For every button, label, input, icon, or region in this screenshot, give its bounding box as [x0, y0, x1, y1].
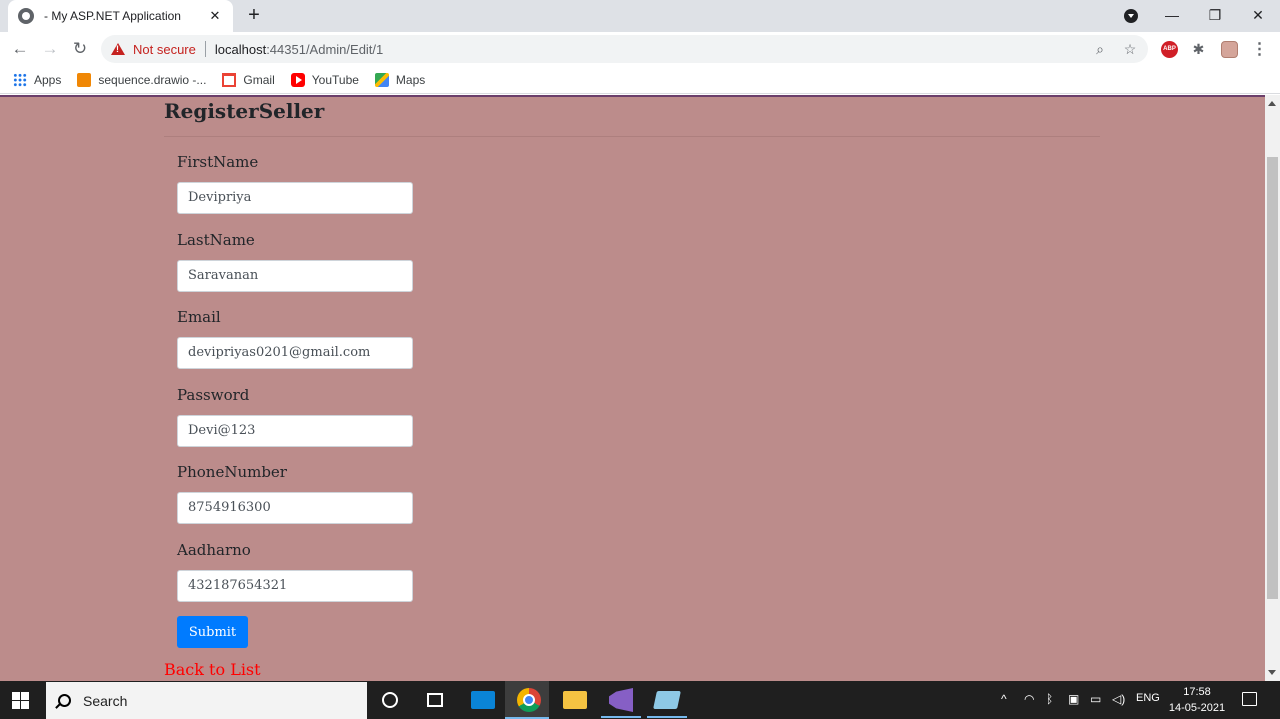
close-window-button[interactable]: ✕	[1247, 4, 1269, 26]
lastname-input[interactable]: Saravanan	[177, 260, 413, 292]
reload-icon[interactable]: ↻	[68, 37, 92, 61]
browser-tab[interactable]: - My ASP.NET Application ✕	[8, 0, 233, 32]
restore-button[interactable]: ❐	[1204, 4, 1226, 26]
bookmark-label: Gmail	[243, 72, 275, 87]
divider	[164, 136, 1100, 137]
bookmarks-bar: Apps sequence.drawio -... Gmail YouTube …	[0, 66, 1280, 94]
bookmark-youtube[interactable]: YouTube	[290, 72, 359, 87]
scroll-up-icon[interactable]	[1268, 101, 1276, 106]
browser-toolbar: ← → ↻ Not secure localhost:44351/Admin/E…	[0, 32, 1280, 66]
volume-icon[interactable]: ◁)	[1112, 692, 1125, 706]
running-indicator	[647, 716, 687, 718]
back-arrow-icon[interactable]: ←	[8, 37, 32, 61]
password-label: Password	[177, 386, 250, 404]
clock-date: 14-05-2021	[1168, 702, 1226, 714]
bookmark-label: Apps	[34, 72, 62, 87]
firstname-label: FirstName	[177, 153, 259, 171]
search-icon	[58, 694, 71, 707]
clock[interactable]: 17:58 14-05-2021	[1166, 684, 1228, 716]
battery-icon[interactable]: ▭	[1090, 692, 1101, 706]
divider	[204, 41, 206, 57]
app-icon[interactable]	[653, 691, 681, 709]
email-input[interactable]: devipriyas0201@gmail.com	[177, 337, 413, 369]
clock-time: 17:58	[1183, 686, 1211, 698]
security-status[interactable]: Not secure	[133, 42, 196, 57]
running-indicator	[601, 716, 641, 718]
chevron-up-icon[interactable]: ^	[1001, 692, 1007, 706]
apps-grid-icon	[13, 72, 27, 87]
task-view-icon[interactable]	[427, 693, 443, 707]
adblock-icon[interactable]: ABP	[1161, 41, 1178, 58]
bookmark-gmail[interactable]: Gmail	[222, 72, 275, 87]
phonenumber-label: PhoneNumber	[177, 463, 287, 481]
aadharno-label: Aadharno	[177, 541, 251, 559]
language-indicator[interactable]: ENG	[1136, 692, 1160, 704]
email-label: Email	[177, 308, 221, 326]
bookmark-label: sequence.drawio -...	[98, 72, 207, 87]
phonenumber-input[interactable]: 8754916300	[177, 492, 413, 524]
chrome-icon[interactable]	[517, 688, 541, 712]
bookmark-maps[interactable]: Maps	[374, 72, 426, 87]
vertical-scrollbar[interactable]	[1265, 95, 1280, 681]
tab-search-icon[interactable]	[1124, 9, 1138, 23]
scroll-thumb[interactable]	[1267, 157, 1278, 599]
tab-close-icon[interactable]: ✕	[207, 8, 223, 24]
bluetooth-icon[interactable]: ᛒ	[1046, 692, 1053, 706]
bookmark-label: Maps	[395, 72, 426, 87]
file-explorer-icon[interactable]	[563, 691, 587, 709]
globe-icon	[18, 8, 34, 24]
address-bar[interactable]: Not secure localhost:44351/Admin/Edit/1 …	[101, 35, 1148, 63]
url-text[interactable]: localhost:44351/Admin/Edit/1	[215, 42, 383, 57]
wifi-icon[interactable]: ◠	[1024, 692, 1034, 706]
lastname-label: LastName	[177, 231, 255, 249]
zoom-icon[interactable]: ⌕	[1092, 41, 1108, 57]
mail-icon[interactable]	[471, 691, 495, 709]
taskbar-search[interactable]: Search	[46, 682, 367, 719]
meet-now-icon[interactable]: ▣	[1068, 692, 1079, 706]
cortana-icon[interactable]	[382, 692, 398, 708]
password-input[interactable]: Devi@123	[177, 415, 413, 447]
firstname-input[interactable]: Devipriya	[177, 182, 413, 214]
notification-icon[interactable]	[1242, 692, 1257, 706]
aadharno-input[interactable]: 432187654321	[177, 570, 413, 602]
visual-studio-icon[interactable]	[609, 688, 633, 712]
page-viewport: RegisterSeller FirstName Devipriya LastN…	[0, 95, 1265, 681]
forward-arrow-icon[interactable]: →	[38, 37, 62, 61]
bookmark-apps[interactable]: Apps	[13, 72, 62, 87]
tab-strip: - My ASP.NET Application ✕ + — ❐ ✕	[0, 0, 1280, 32]
maps-icon	[374, 72, 389, 87]
new-tab-button[interactable]: +	[243, 4, 265, 26]
navbar-edge	[0, 95, 1265, 97]
bookmark-drawio[interactable]: sequence.drawio -...	[77, 72, 207, 87]
warning-icon	[111, 43, 125, 55]
minimize-button[interactable]: —	[1161, 4, 1183, 26]
back-to-list-link[interactable]: Back to List	[164, 660, 261, 679]
gmail-icon	[222, 72, 237, 87]
star-icon[interactable]: ☆	[1122, 41, 1138, 57]
taskbar: Search ^ ◠ ᛒ ▣ ▭ ◁) ENG 17:58 14-05-2021	[0, 681, 1280, 719]
tab-title: - My ASP.NET Application	[44, 9, 181, 23]
profile-avatar[interactable]	[1221, 41, 1238, 58]
submit-button[interactable]: Submit	[177, 616, 248, 648]
extensions-puzzle-icon[interactable]: ✱	[1190, 41, 1207, 58]
search-placeholder: Search	[83, 692, 128, 709]
youtube-icon	[290, 72, 305, 87]
kebab-menu-icon[interactable]: ⋮	[1251, 41, 1268, 58]
scroll-down-icon[interactable]	[1268, 670, 1276, 675]
windows-start-icon[interactable]	[12, 692, 29, 709]
bookmark-label: YouTube	[311, 72, 359, 87]
page-title: RegisterSeller	[164, 99, 325, 123]
url-host: localhost	[214, 41, 267, 57]
drawio-icon	[77, 72, 92, 87]
url-path: :44351/Admin/Edit/1	[266, 41, 384, 57]
